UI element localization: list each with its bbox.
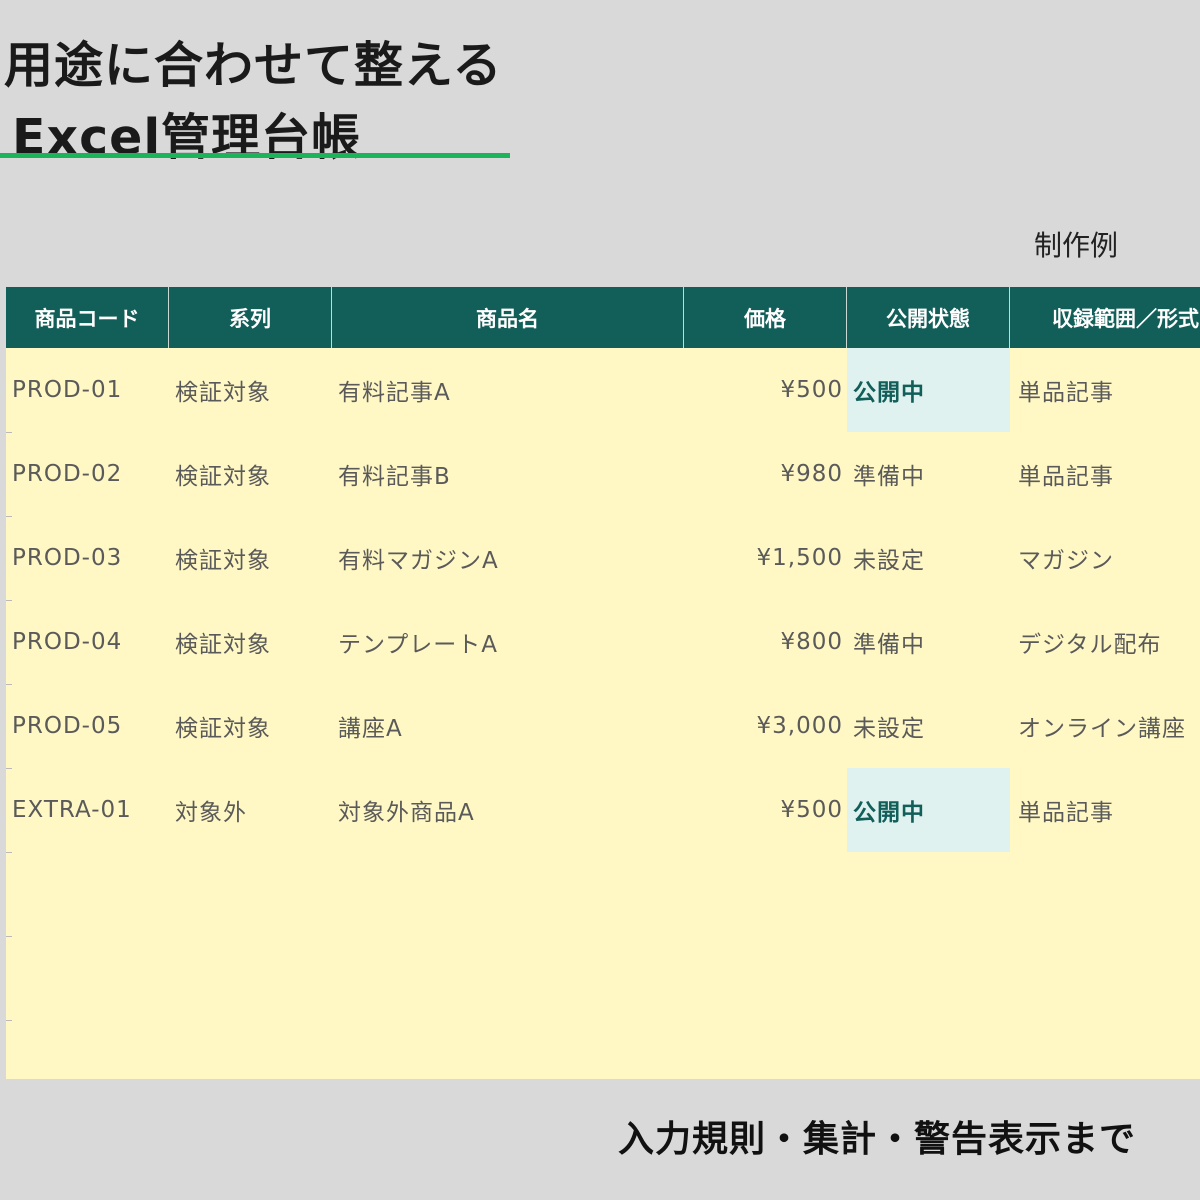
column-header-series[interactable]: 系列 xyxy=(169,287,332,348)
cell-status[interactable]: 未設定 xyxy=(847,684,1010,768)
table-row: PROD-04 検証対象 テンプレートA ¥800 準備中 デジタル配布 xyxy=(6,600,1200,684)
table-row: PROD-05 検証対象 講座A ¥3,000 未設定 オンライン講座 xyxy=(6,684,1200,768)
cell-code[interactable]: PROD-05 xyxy=(6,684,169,768)
footer-caption: 入力規則・集計・警告表示まで xyxy=(618,1119,1137,1160)
cell-status[interactable]: 公開中 xyxy=(847,348,1010,432)
title-line-2: Excel管理台帳 xyxy=(12,109,362,166)
row-gridline xyxy=(6,516,12,517)
row-gridline xyxy=(6,432,12,433)
cell-price[interactable]: ¥500 xyxy=(684,348,847,432)
cell-price[interactable]: ¥1,500 xyxy=(684,516,847,600)
cell-name[interactable]: 有料記事A xyxy=(332,348,684,432)
column-header-code[interactable]: 商品コード xyxy=(6,287,169,348)
cell-scope[interactable]: 単品記事 xyxy=(1010,348,1200,432)
column-header-price[interactable]: 価格 xyxy=(684,287,847,348)
cell-scope[interactable]: デジタル配布 xyxy=(1010,600,1200,684)
table-row: PROD-01 検証対象 有料記事A ¥500 公開中 単品記事 xyxy=(6,348,1200,432)
cell-price[interactable]: ¥980 xyxy=(684,432,847,516)
row-gridline xyxy=(6,684,12,685)
cell-price[interactable]: ¥500 xyxy=(684,768,847,852)
cell-series[interactable]: 対象外 xyxy=(169,768,332,852)
cell-series[interactable]: 検証対象 xyxy=(169,684,332,768)
table-row: EXTRA-01 対象外 対象外商品A ¥500 公開中 単品記事 xyxy=(6,768,1200,852)
table-header: 商品コード 系列 商品名 価格 公開状態 収録範囲／形式 xyxy=(6,287,1200,348)
cell-code[interactable]: PROD-01 xyxy=(6,348,169,432)
sample-label: 制作例 xyxy=(1034,229,1119,262)
cell-price[interactable]: ¥800 xyxy=(684,600,847,684)
cell-price[interactable]: ¥3,000 xyxy=(684,684,847,768)
spreadsheet: 商品コード 系列 商品名 価格 公開状態 収録範囲／形式 PROD-01 検証対象… xyxy=(6,287,1200,1079)
cell-series[interactable]: 検証対象 xyxy=(169,516,332,600)
row-gridline xyxy=(6,1020,12,1021)
cell-status[interactable]: 公開中 xyxy=(847,768,1010,852)
cell-code[interactable]: PROD-02 xyxy=(6,432,169,516)
cell-code[interactable]: PROD-03 xyxy=(6,516,169,600)
row-gridline xyxy=(6,936,12,937)
cell-series[interactable]: 検証対象 xyxy=(169,432,332,516)
title-line-1: 用途に合わせて整える xyxy=(4,37,503,94)
column-header-scope[interactable]: 収録範囲／形式 xyxy=(1010,287,1200,348)
cell-status[interactable]: 準備中 xyxy=(847,600,1010,684)
cell-scope[interactable]: 単品記事 xyxy=(1010,768,1200,852)
row-gridline xyxy=(6,768,12,769)
cell-name[interactable]: テンプレートA xyxy=(332,600,684,684)
table-row: PROD-02 検証対象 有料記事B ¥980 準備中 単品記事 xyxy=(6,432,1200,516)
cell-series[interactable]: 検証対象 xyxy=(169,348,332,432)
table-row: PROD-03 検証対象 有料マガジンA ¥1,500 未設定 マガジン xyxy=(6,516,1200,600)
cell-name[interactable]: 対象外商品A xyxy=(332,768,684,852)
cell-scope[interactable]: 単品記事 xyxy=(1010,432,1200,516)
cell-name[interactable]: 有料記事B xyxy=(332,432,684,516)
row-gridline xyxy=(6,852,12,853)
row-gridline xyxy=(6,600,12,601)
title-underline xyxy=(0,153,510,158)
cell-name[interactable]: 有料マガジンA xyxy=(332,516,684,600)
cell-scope[interactable]: マガジン xyxy=(1010,516,1200,600)
cell-code[interactable]: EXTRA-01 xyxy=(6,768,169,852)
cell-name[interactable]: 講座A xyxy=(332,684,684,768)
cell-code[interactable]: PROD-04 xyxy=(6,600,169,684)
column-header-status[interactable]: 公開状態 xyxy=(847,287,1010,348)
cell-status[interactable]: 未設定 xyxy=(847,516,1010,600)
cell-series[interactable]: 検証対象 xyxy=(169,600,332,684)
cell-status[interactable]: 準備中 xyxy=(847,432,1010,516)
cell-scope[interactable]: オンライン講座 xyxy=(1010,684,1200,768)
column-header-name[interactable]: 商品名 xyxy=(332,287,684,348)
